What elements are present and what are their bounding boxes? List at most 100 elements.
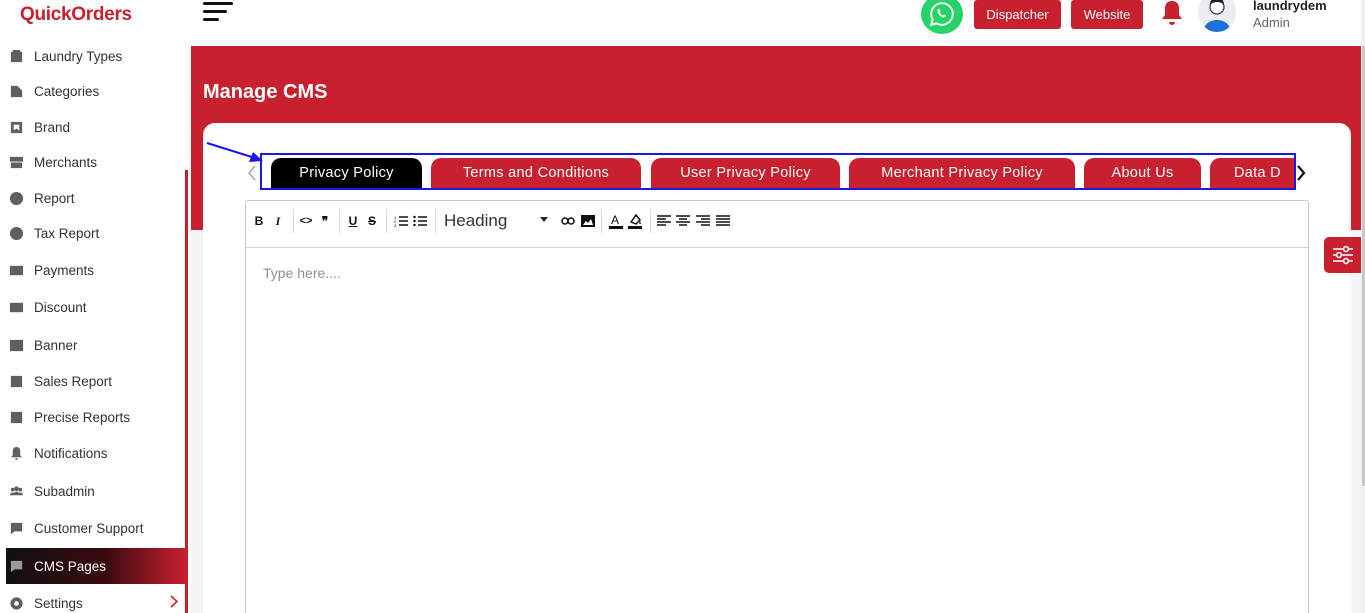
sidebar-item-label: Customer Support bbox=[34, 520, 144, 536]
quote-button[interactable]: ❞ bbox=[319, 212, 331, 230]
sidebar-item-label: Payments bbox=[34, 262, 95, 278]
toolbar-divider bbox=[386, 209, 387, 233]
tab-privacy-policy[interactable]: Privacy Policy bbox=[271, 158, 422, 188]
annotation-arrow-icon bbox=[206, 141, 263, 162]
page-title: Manage CMS bbox=[203, 81, 328, 103]
sidebar-item-subadmin[interactable]: Subadmin bbox=[0, 473, 186, 509]
tab-merchant-privacy-policy[interactable]: Merchant Privacy Policy bbox=[849, 158, 1075, 188]
sidebar-item-merchants[interactable]: Merchants bbox=[0, 144, 186, 180]
sidebar-item-banner[interactable]: Banner bbox=[0, 327, 186, 363]
sidebar-item-sales-report[interactable]: Sales Report bbox=[0, 363, 186, 399]
sidebar-item-label: Notifications bbox=[34, 445, 108, 461]
dispatcher-button[interactable]: Dispatcher bbox=[974, 0, 1061, 29]
whatsapp-icon[interactable] bbox=[921, 0, 963, 34]
font-color-icon[interactable]: A bbox=[609, 212, 623, 230]
toolbar-divider bbox=[339, 209, 340, 233]
svg-text:A: A bbox=[611, 213, 619, 227]
gear-icon bbox=[8, 595, 24, 611]
tax-report-icon bbox=[8, 225, 24, 241]
align-left-icon[interactable] bbox=[657, 212, 671, 230]
tab-user-privacy-policy[interactable]: User Privacy Policy bbox=[651, 158, 840, 188]
sidebar-item-settings[interactable]: Settings bbox=[0, 585, 186, 613]
chat-icon bbox=[8, 520, 24, 536]
chart-icon bbox=[8, 409, 24, 425]
sidebar-item-label: Sales Report bbox=[34, 373, 113, 389]
sidebar-item-label: Precise Reports bbox=[34, 409, 131, 425]
ordered-list-icon[interactable]: 123 bbox=[394, 212, 408, 230]
sidebar-item-label: Report bbox=[34, 190, 75, 206]
sidebar-item-cms-pages[interactable]: CMS Pages bbox=[6, 548, 186, 584]
bold-button[interactable]: B bbox=[253, 212, 265, 230]
brand-logo[interactable]: QuickOrders bbox=[20, 4, 132, 26]
italic-button[interactable]: I bbox=[272, 212, 284, 230]
toolbar-divider bbox=[601, 209, 602, 233]
tabs-scroll-left-icon[interactable] bbox=[247, 164, 257, 182]
sidebar: QuickOrders Laundry Types Categories Bra… bbox=[0, 0, 191, 613]
sidebar-item-payments[interactable]: Payments bbox=[0, 252, 186, 288]
bell-icon bbox=[8, 445, 24, 461]
sidebar-item-notifications[interactable]: Notifications bbox=[0, 435, 186, 471]
sidebar-item-discount[interactable]: Discount bbox=[0, 289, 186, 325]
avatar[interactable] bbox=[1198, 0, 1236, 32]
tab-terms-and-conditions[interactable]: Terms and Conditions bbox=[431, 158, 641, 188]
menu-toggle-icon[interactable] bbox=[203, 2, 235, 24]
bullet-list-icon[interactable] bbox=[413, 212, 427, 230]
app-root: QuickOrders Laundry Types Categories Bra… bbox=[0, 0, 1365, 613]
brand-name: QuickOrders bbox=[20, 4, 132, 25]
strikethrough-button[interactable]: S bbox=[366, 212, 378, 230]
sidebar-item-label: Settings bbox=[34, 595, 83, 611]
store-icon bbox=[8, 154, 24, 170]
chart-icon bbox=[8, 373, 24, 389]
toolbar-divider bbox=[650, 209, 651, 233]
align-justify-icon[interactable] bbox=[716, 212, 730, 230]
tabs-bar: Privacy Policy Terms and Conditions User… bbox=[260, 153, 1296, 190]
underline-button[interactable]: U bbox=[347, 212, 359, 230]
link-icon[interactable] bbox=[561, 212, 575, 230]
image-icon[interactable] bbox=[581, 212, 595, 230]
tab-about-us[interactable]: About Us bbox=[1084, 158, 1201, 188]
heading-select[interactable]: Heading bbox=[444, 209, 548, 233]
chevron-down-icon bbox=[540, 217, 548, 222]
toolbar-divider bbox=[293, 209, 294, 233]
highlight-color-icon[interactable] bbox=[628, 212, 642, 230]
code-button[interactable]: <> bbox=[299, 212, 313, 230]
chevron-right-icon bbox=[170, 595, 179, 608]
bell-icon[interactable] bbox=[1159, 0, 1185, 28]
folder-icon bbox=[8, 83, 24, 99]
tabs-scroll-right-icon[interactable] bbox=[1296, 164, 1306, 182]
sidebar-item-precise-reports[interactable]: Precise Reports bbox=[0, 399, 186, 435]
editor-content-area[interactable]: Type here.... bbox=[263, 265, 341, 281]
sidebar-item-label: Laundry Types bbox=[34, 48, 123, 64]
website-button[interactable]: Website bbox=[1071, 0, 1143, 29]
sidebar-item-label: CMS Pages bbox=[34, 558, 107, 574]
tag-icon bbox=[8, 119, 24, 135]
rich-text-editor: B I <> ❞ U S 123 Heading A Type here.... bbox=[245, 200, 1309, 613]
sidebar-item-label: Subadmin bbox=[34, 483, 95, 499]
sidebar-item-report[interactable]: Report bbox=[0, 180, 186, 216]
sidebar-item-laundry-types[interactable]: Laundry Types bbox=[0, 38, 186, 74]
report-icon bbox=[8, 190, 24, 206]
sidebar-item-brand[interactable]: Brand bbox=[0, 109, 186, 145]
image-icon bbox=[8, 337, 24, 353]
discount-icon bbox=[8, 299, 24, 315]
chat-bubble-icon bbox=[8, 558, 24, 574]
top-bar: Dispatcher Website laundrydem Admin bbox=[191, 0, 1365, 46]
align-center-icon[interactable] bbox=[676, 212, 690, 230]
sidebar-item-categories[interactable]: Categories bbox=[0, 73, 186, 109]
sidebar-scrollbar[interactable] bbox=[185, 170, 188, 613]
sidebar-item-customer-support[interactable]: Customer Support bbox=[0, 510, 186, 546]
user-role: Admin bbox=[1253, 15, 1290, 30]
settings-sliders-icon[interactable] bbox=[1324, 237, 1362, 273]
sidebar-item-label: Merchants bbox=[34, 154, 98, 170]
sidebar-item-label: Brand bbox=[34, 119, 71, 135]
sidebar-item-label: Banner bbox=[34, 337, 78, 353]
heading-select-value: Heading bbox=[444, 211, 508, 230]
tab-data-deletion[interactable]: Data D bbox=[1210, 158, 1294, 188]
washing-machine-icon bbox=[8, 48, 24, 64]
editor-toolbar: B I <> ❞ U S 123 Heading A bbox=[246, 201, 1308, 248]
align-right-icon[interactable] bbox=[696, 212, 710, 230]
sidebar-item-tax-report[interactable]: Tax Report bbox=[0, 215, 186, 251]
sidebar-item-label: Discount bbox=[34, 299, 87, 315]
sidebar-item-label: Tax Report bbox=[34, 225, 100, 241]
payment-card-icon bbox=[8, 262, 24, 278]
